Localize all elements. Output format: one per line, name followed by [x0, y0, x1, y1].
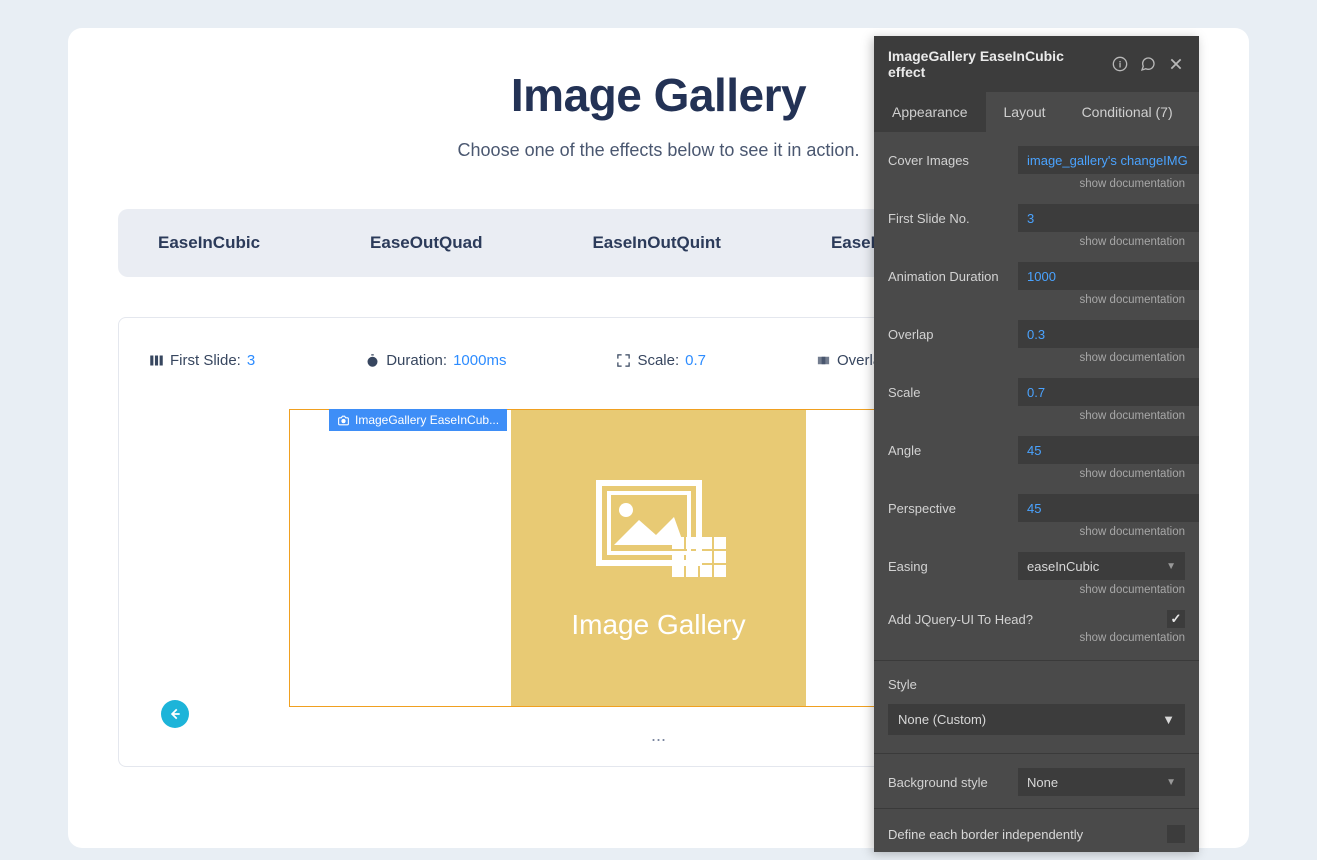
doc-link-jquery[interactable]: show documentation: [874, 630, 1199, 650]
stat-duration-label: Duration:: [386, 352, 447, 369]
checkbox-jquery[interactable]: [1167, 610, 1185, 628]
tab-easeoutquad[interactable]: EaseOutQuad: [370, 233, 482, 253]
label-cover-images: Cover Images: [888, 153, 1018, 168]
panel-body: Cover Images show documentation First Sl…: [874, 132, 1199, 852]
doc-link-first-slide[interactable]: show documentation: [874, 234, 1199, 254]
info-icon[interactable]: i: [1111, 55, 1129, 73]
section-divider: [874, 753, 1199, 754]
comment-icon[interactable]: [1139, 55, 1157, 73]
doc-link-anim-duration[interactable]: show documentation: [874, 292, 1199, 312]
image-placeholder: Image Gallery: [511, 410, 806, 706]
select-style-value: None (Custom): [898, 712, 986, 727]
input-first-slide[interactable]: [1018, 204, 1199, 232]
label-easing: Easing: [888, 559, 1018, 574]
prev-arrow-button[interactable]: [161, 700, 189, 728]
panel-header[interactable]: ImageGallery EaseInCubic effect i: [874, 36, 1199, 92]
label-angle: Angle: [888, 443, 1018, 458]
panel-title: ImageGallery EaseInCubic effect: [888, 48, 1101, 80]
svg-text:i: i: [1119, 59, 1122, 69]
select-easing[interactable]: easeInCubic ▼: [1018, 552, 1185, 580]
doc-link-scale[interactable]: show documentation: [874, 408, 1199, 428]
select-style[interactable]: None (Custom) ▼: [888, 704, 1185, 735]
stat-first-slide: First Slide: 3: [149, 352, 255, 369]
select-bg-style-value: None: [1027, 775, 1058, 790]
doc-link-overlap[interactable]: show documentation: [874, 350, 1199, 370]
stat-scale-label: Scale:: [637, 352, 679, 369]
columns-icon: [149, 353, 164, 368]
doc-link-perspective[interactable]: show documentation: [874, 524, 1199, 544]
stat-first-slide-value: 3: [247, 352, 255, 369]
panel-tabs: Appearance Layout Conditional (7): [874, 92, 1199, 132]
chevron-down-icon: ▼: [1166, 561, 1176, 572]
section-divider: [874, 660, 1199, 661]
panel-tab-conditional[interactable]: Conditional (7): [1064, 92, 1191, 132]
tab-easeinoutquint[interactable]: EaseInOutQuint: [592, 233, 720, 253]
close-icon[interactable]: [1167, 55, 1185, 73]
label-overlap: Overlap: [888, 327, 1018, 342]
input-perspective[interactable]: [1018, 494, 1199, 522]
label-anim-duration: Animation Duration: [888, 269, 1018, 284]
placeholder-label: Image Gallery: [571, 609, 745, 641]
stat-scale-value: 0.7: [685, 352, 706, 369]
section-divider: [874, 808, 1199, 809]
panel-tab-layout[interactable]: Layout: [986, 92, 1064, 132]
input-angle[interactable]: [1018, 436, 1199, 464]
select-easing-value: easeInCubic: [1027, 559, 1099, 574]
element-tag-label: ImageGallery EaseInCub...: [355, 413, 499, 427]
panel-tab-appearance[interactable]: Appearance: [874, 92, 986, 132]
stat-scale: Scale: 0.7: [616, 352, 706, 369]
overlap-icon: [816, 353, 831, 368]
label-scale: Scale: [888, 385, 1018, 400]
input-overlap[interactable]: [1018, 320, 1199, 348]
stat-duration: Duration: 1000ms: [365, 352, 506, 369]
stopwatch-icon: [365, 353, 380, 368]
input-cover-images[interactable]: [1018, 146, 1199, 174]
arrow-left-icon: [168, 707, 182, 721]
label-border-indep: Define each border independently: [888, 827, 1157, 842]
expand-icon: [616, 353, 631, 368]
doc-link-cover-images[interactable]: show documentation: [874, 176, 1199, 196]
stat-first-slide-label: First Slide:: [170, 352, 241, 369]
label-style: Style: [874, 667, 1199, 696]
properties-panel: ImageGallery EaseInCubic effect i Appear…: [874, 36, 1199, 852]
chevron-down-icon: ▼: [1162, 712, 1175, 727]
doc-link-easing[interactable]: show documentation: [874, 582, 1199, 602]
chevron-down-icon: ▼: [1166, 777, 1176, 788]
gallery-placeholder-icon: [584, 475, 734, 595]
checkbox-border-indep[interactable]: [1167, 825, 1185, 843]
label-perspective: Perspective: [888, 501, 1018, 516]
label-first-slide: First Slide No.: [888, 211, 1018, 226]
stat-duration-value: 1000ms: [453, 352, 506, 369]
select-bg-style[interactable]: None ▼: [1018, 768, 1185, 796]
label-bg-style: Background style: [888, 775, 1018, 790]
selected-element-tag[interactable]: ImageGallery EaseInCub...: [329, 409, 507, 431]
input-scale[interactable]: [1018, 378, 1199, 406]
camera-icon: [337, 414, 350, 427]
tab-easeincubic[interactable]: EaseInCubic: [158, 233, 260, 253]
input-anim-duration[interactable]: [1018, 262, 1199, 290]
label-jquery: Add JQuery-UI To Head?: [888, 612, 1167, 627]
doc-link-angle[interactable]: show documentation: [874, 466, 1199, 486]
